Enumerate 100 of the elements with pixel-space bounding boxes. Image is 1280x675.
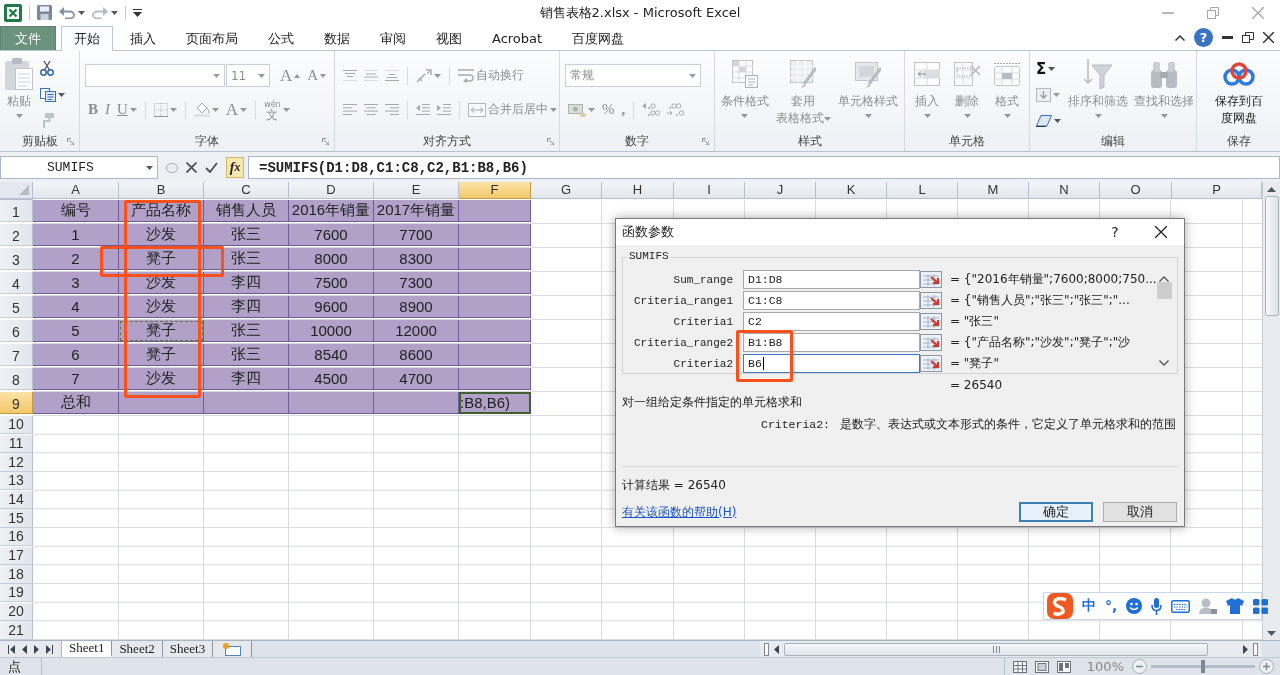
- ribbon-tab[interactable]: 公式: [255, 26, 307, 50]
- handle-icon[interactable]: [166, 162, 178, 173]
- caret-icon[interactable]: [111, 10, 118, 15]
- sheet-cell[interactable]: 李四: [204, 368, 289, 390]
- caret-icon[interactable]: [1054, 118, 1061, 123]
- sheet-cell[interactable]: 4: [33, 296, 119, 318]
- column-header[interactable]: N: [1029, 182, 1100, 199]
- row-header[interactable]: 5: [0, 296, 33, 318]
- dialog-launcher-icon[interactable]: [67, 138, 74, 145]
- sheet-cell[interactable]: 张三: [204, 344, 289, 366]
- sheet-cell[interactable]: 张三: [204, 224, 289, 246]
- sheet-cell[interactable]: 2016年销量: [289, 200, 374, 222]
- range-picker-icon[interactable]: [920, 271, 942, 288]
- sheet-cell[interactable]: 7700: [374, 224, 459, 246]
- sheet-cell[interactable]: 张三: [204, 248, 289, 270]
- argument-input[interactable]: B6: [743, 354, 920, 373]
- sheet-cell[interactable]: 沙发: [119, 224, 204, 246]
- range-picker-icon[interactable]: [920, 355, 942, 372]
- minimize-icon[interactable]: [1161, 11, 1174, 14]
- column-header[interactable]: L: [887, 182, 958, 199]
- zoom-slider-thumb[interactable]: [1201, 660, 1205, 673]
- sheet-cell[interactable]: 8000: [289, 248, 374, 270]
- sheet-cell[interactable]: [459, 296, 531, 318]
- ribbon-tab[interactable]: 插入: [117, 26, 169, 50]
- spreadsheet-logo-icon[interactable]: [4, 3, 22, 22]
- sheet-cell[interactable]: 张三: [204, 320, 289, 342]
- sheet-tab[interactable]: Sheet1: [62, 641, 113, 657]
- argument-input[interactable]: D1:D8: [743, 270, 920, 289]
- row-header[interactable]: 17: [0, 546, 33, 565]
- smiley-icon[interactable]: [1126, 598, 1143, 614]
- sheet-tab[interactable]: Sheet2: [112, 641, 163, 657]
- sheet-cell[interactable]: 李四: [204, 272, 289, 294]
- column-header[interactable]: E: [374, 182, 459, 199]
- column-header[interactable]: J: [745, 182, 816, 199]
- sheet-cell[interactable]: 李四: [204, 296, 289, 318]
- check-icon[interactable]: [205, 162, 218, 173]
- ribbon-tab[interactable]: 开始: [61, 26, 113, 51]
- ribbon-tab[interactable]: 视图: [423, 26, 475, 50]
- sheet-cell[interactable]: 1: [33, 224, 119, 246]
- close-icon[interactable]: [1155, 226, 1167, 238]
- range-picker-icon[interactable]: [920, 292, 942, 309]
- sheet-cell[interactable]: 销售人员: [204, 200, 289, 222]
- column-header[interactable]: A: [33, 182, 119, 199]
- row-header[interactable]: 15: [0, 509, 33, 528]
- scissors-icon[interactable]: [40, 61, 54, 76]
- row-header[interactable]: 20: [0, 602, 33, 621]
- column-header[interactable]: P: [1172, 182, 1262, 199]
- sheet-cell[interactable]: 总和: [33, 392, 119, 414]
- autosum-button[interactable]: Σ: [1033, 57, 1064, 80]
- scroll-up-icon[interactable]: [1159, 276, 1170, 282]
- argument-input[interactable]: C1:C8: [743, 291, 920, 310]
- rings-icon[interactable]: [1222, 62, 1255, 86]
- ribbon-tab[interactable]: 数据: [311, 26, 363, 50]
- first-sheet-icon[interactable]: [7, 644, 15, 654]
- sheet-cell[interactable]: 7: [33, 368, 119, 390]
- normal-view-icon[interactable]: [1012, 660, 1027, 673]
- row-header[interactable]: 14: [0, 490, 33, 509]
- sheet-cell[interactable]: [459, 200, 531, 222]
- scroll-down-icon[interactable]: [1159, 360, 1170, 366]
- formula-input[interactable]: =SUMIFS(D1:D8,C1:C8,C2,B1:B8,B6): [248, 156, 1280, 179]
- sheet-cell[interactable]: 2: [33, 248, 119, 270]
- column-header[interactable]: K: [816, 182, 887, 199]
- sheet-cell[interactable]: 4500: [289, 368, 374, 390]
- eraser-icon[interactable]: [1036, 114, 1052, 127]
- sheet-cell[interactable]: 9600: [289, 296, 374, 318]
- sheet-cell[interactable]: 8540: [289, 344, 374, 366]
- sheet-cell[interactable]: 沙发: [119, 368, 204, 390]
- new-sheet-icon[interactable]: [223, 642, 242, 656]
- sheet-cell[interactable]: [459, 344, 531, 366]
- column-header[interactable]: H: [602, 182, 674, 199]
- restore-icon[interactable]: [1242, 32, 1254, 43]
- previous-sheet-icon[interactable]: [21, 644, 27, 654]
- sheet-cell[interactable]: 7500: [289, 272, 374, 294]
- zoom-out-icon[interactable]: [1132, 659, 1147, 674]
- row-header[interactable]: 18: [0, 565, 33, 584]
- row-header[interactable]: 4: [0, 272, 33, 294]
- sheet-cell[interactable]: [459, 248, 531, 270]
- sheet-cell[interactable]: 沙发: [119, 296, 204, 318]
- column-header[interactable]: C: [204, 182, 289, 199]
- save-to-cloud-button[interactable]: 保存到百 度网盘: [1212, 53, 1265, 132]
- sheet-cell[interactable]: 10000: [289, 320, 374, 342]
- row-header[interactable]: 6: [0, 320, 33, 342]
- next-sheet-icon[interactable]: [34, 644, 40, 654]
- dialog-launcher-icon[interactable]: [322, 138, 329, 145]
- zoom-in-icon[interactable]: [1259, 659, 1274, 674]
- scroll-right-icon[interactable]: [1243, 644, 1248, 654]
- sheet-cell[interactable]: :B8,B6): [459, 392, 531, 414]
- keyboard-icon[interactable]: [1171, 599, 1191, 613]
- caret-icon[interactable]: [58, 92, 65, 97]
- row-header[interactable]: 7: [0, 344, 33, 366]
- help-link[interactable]: 有关该函数的帮助(H): [622, 503, 737, 521]
- ribbon-tab[interactable]: 页面布局: [173, 26, 251, 50]
- dialog-launcher-icon[interactable]: [702, 138, 709, 145]
- scroll-up-icon[interactable]: [1267, 187, 1276, 192]
- input-mode-toggle[interactable]: 中: [1082, 597, 1096, 615]
- column-header[interactable]: M: [958, 182, 1029, 199]
- sheet-cell[interactable]: 8600: [374, 344, 459, 366]
- sheet-cell[interactable]: 5: [33, 320, 119, 342]
- column-header[interactable]: G: [531, 182, 602, 199]
- sheet-cell[interactable]: 编号: [33, 200, 119, 222]
